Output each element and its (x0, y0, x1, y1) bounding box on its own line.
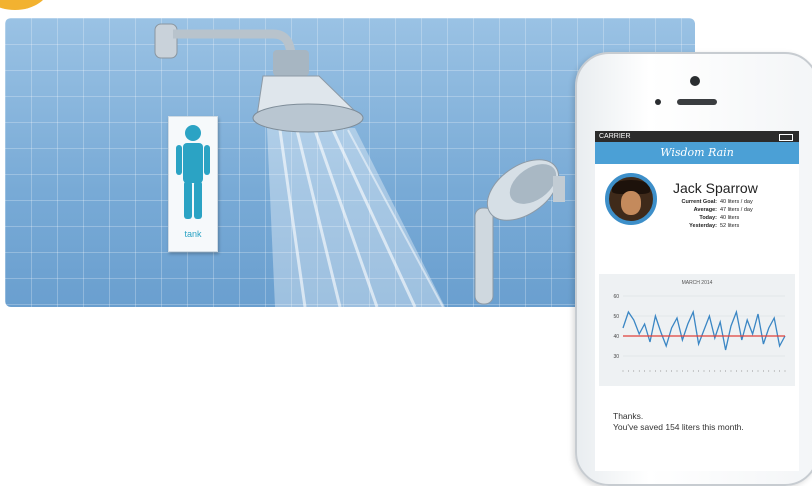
phone-screen: CARRIER Wisdom Rain Jack Sparrow Current… (595, 131, 799, 471)
avatar[interactable] (605, 173, 657, 225)
user-name: Jack Sparrow (673, 180, 758, 196)
battery-icon (779, 134, 793, 141)
stat-today: Today: 40 liters (699, 215, 740, 221)
stats-list: Current Goal: 40 liters / day Average: 4… (657, 198, 797, 230)
smartphone: CARRIER Wisdom Rain Jack Sparrow Current… (575, 52, 812, 486)
usage-series-line (622, 309, 786, 351)
message-line-2: You've saved 154 liters this month. (613, 422, 744, 432)
speaker-grille (677, 99, 717, 105)
y-tick-label: 50 (613, 314, 619, 320)
stat-average: Average: 47 liters / day (693, 207, 753, 213)
carrier-label: CARRIER (599, 133, 631, 140)
camera-icon (690, 76, 700, 86)
stat-yesterday: Yesterday: 52 liters (689, 223, 740, 229)
stat-current-goal: Current Goal: 40 liters / day (681, 199, 753, 205)
y-tick-label: 40 (613, 334, 619, 340)
savings-message: Thanks. You've saved 154 liters this mon… (613, 411, 744, 433)
sign-label: tank (184, 229, 202, 239)
app-header: Wisdom Rain (595, 142, 799, 164)
usage-line-chart: MARCH 2014 60 50 40 30 (613, 280, 786, 372)
water-sign: tank (168, 116, 218, 252)
status-bar: CARRIER (595, 131, 799, 142)
sensor-icon (655, 99, 661, 105)
profile-section: Jack Sparrow Current Goal: 40 liters / d… (595, 164, 799, 246)
y-tick-label: 30 (613, 354, 619, 360)
usage-chart: MARCH 2014 60 50 40 30 (599, 274, 795, 386)
message-line-1: Thanks. (613, 411, 644, 421)
y-tick-label: 60 (613, 294, 619, 300)
corner-badge (0, 0, 50, 10)
chart-title: MARCH 2014 (682, 280, 713, 286)
